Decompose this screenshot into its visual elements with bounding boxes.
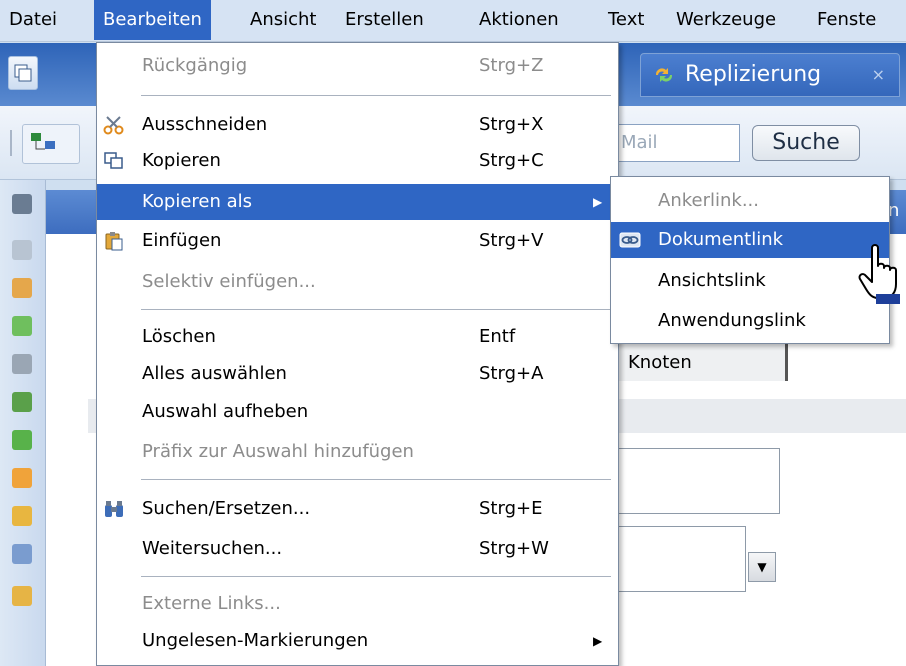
menu-item-copy-as[interactable]: Kopieren als ▶ [97,184,618,220]
menu-item-paste[interactable]: Einfügen Strg+V [97,223,618,259]
toolbar-grip[interactable] [10,130,12,156]
menu-separator [141,309,611,310]
feed-icon[interactable] [12,468,32,488]
tab-replication[interactable]: Replizierung × [640,53,900,97]
replication-icon [655,68,673,82]
menu-erstellen[interactable]: Erstellen [336,0,433,40]
mail-search-input[interactable]: Mail [606,124,740,162]
menu-item-add-prefix[interactable]: Präfix zur Auswahl hinzufügen [97,434,618,470]
copy-icon [104,152,123,169]
select-field[interactable] [612,526,746,592]
paste-icon [105,232,123,251]
submenu-item-view-link[interactable]: Ansichtslink [611,263,889,299]
link-icon [619,232,641,248]
menu-datei[interactable]: Datei [0,0,66,40]
left-sidebar [0,180,46,666]
menu-bar: Datei Bearbeiten Ansicht Erstellen Aktio… [0,0,906,42]
menu-separator [141,576,611,577]
tab-close-icon[interactable]: × [872,54,885,96]
tree-view-button[interactable] [22,124,80,164]
submenu-arrow-icon: ▶ [593,195,603,209]
menu-item-find-next[interactable]: Weitersuchen... Strg+W [97,531,618,567]
calculator-icon[interactable] [12,240,32,260]
menu-item-deselect[interactable]: Auswahl aufheben [97,394,618,430]
window-list-icon[interactable] [12,544,32,564]
menu-text[interactable]: Text [599,0,653,40]
menu-item-delete[interactable]: Löschen Entf [97,319,618,355]
menu-separator [141,479,611,480]
calendar-icon[interactable] [12,316,32,336]
contacts-icon[interactable] [12,278,32,298]
tree-icon [31,133,55,150]
replication-sidebar-icon[interactable] [12,430,32,450]
menu-separator [141,95,611,96]
menu-item-cut[interactable]: Ausschneiden Strg+X [97,107,618,143]
windows-icon [14,64,32,82]
open-folder-icon[interactable] [12,586,32,606]
menu-item-external-links[interactable]: Externe Links... [97,586,618,622]
window-switch-button[interactable] [8,56,38,90]
todo-icon[interactable] [12,392,32,412]
menu-werkzeuge[interactable]: Werkzeuge [667,0,785,40]
text-field[interactable] [612,448,780,514]
column-header-knoten[interactable]: Knoten [612,343,788,381]
menu-bearbeiten[interactable]: Bearbeiten [94,0,211,40]
edit-menu: Rückgängig Strg+Z Ausschneiden Strg+X Ko… [96,42,619,666]
submenu-item-application-link[interactable]: Anwendungslink [611,303,889,339]
menu-aktionen[interactable]: Aktionen [470,0,568,40]
search-button[interactable]: Suche [752,125,860,161]
menu-item-undo[interactable]: Rückgängig Strg+Z [97,48,618,84]
menu-item-paste-special[interactable]: Selektiv einfügen... [97,264,618,300]
submenu-item-document-link[interactable]: Dokumentlink [611,222,889,258]
submenu-arrow-icon: ▶ [593,634,603,648]
notebook-icon[interactable] [12,354,32,374]
binoculars-icon [105,501,123,517]
folder-icon[interactable] [12,506,32,526]
copy-as-submenu: Ankerlink... Dokumentlink Ansichtslink A… [610,176,890,344]
binoculars-icon[interactable] [12,194,32,214]
hand-cursor-icon [858,244,900,304]
dropdown-arrow-icon[interactable]: ▼ [748,552,776,582]
tab-replication-label: Replizierung [685,62,822,87]
menu-item-copy[interactable]: Kopieren Strg+C [97,143,618,179]
menu-item-unread-marks[interactable]: Ungelesen-Markierungen ▶ [97,623,618,659]
scissors-icon [103,116,124,135]
submenu-item-anchor-link[interactable]: Ankerlink... [611,183,889,219]
menu-item-select-all[interactable]: Alles auswählen Strg+A [97,356,618,392]
menu-item-find-replace[interactable]: Suchen/Ersetzen... Strg+E [97,491,618,527]
menu-ansicht[interactable]: Ansicht [241,0,325,40]
menu-fenster[interactable]: Fenste [808,0,885,40]
